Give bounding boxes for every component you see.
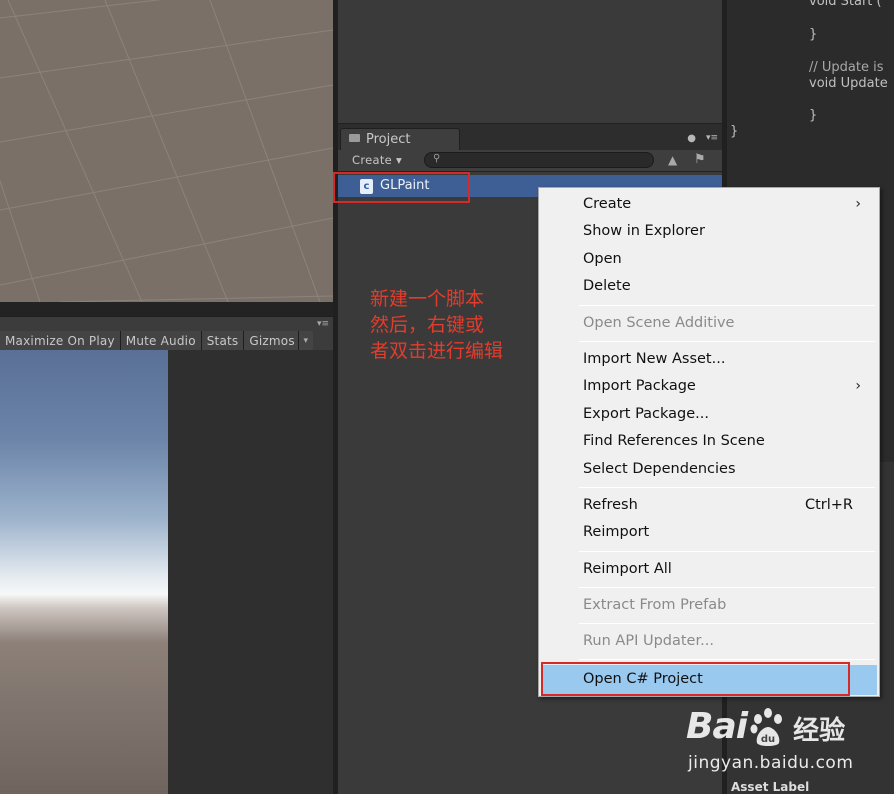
submenu-arrow-icon: ›	[855, 196, 861, 212]
watermark-brand-suffix: 经验	[793, 716, 846, 746]
game-toolbar: ▾≡ Maximize On Play Mute Audio Stats Giz…	[0, 316, 333, 351]
stats-button[interactable]: Stats	[201, 331, 245, 351]
menu-item-open-scene-additive: Open Scene Additive	[583, 315, 735, 331]
code-comment-line: // Update is	[809, 60, 884, 75]
annotation-text: 新建一个脚本 然后，右键或 者双击进行编辑	[370, 286, 545, 364]
menu-separator	[579, 659, 875, 660]
menu-item-label: Refresh	[583, 497, 638, 513]
annotation-highlight-box	[541, 662, 850, 696]
game-view-empty-area	[168, 350, 333, 794]
menu-separator	[579, 341, 875, 342]
panel-menu-icon[interactable]: ▾≡	[317, 319, 329, 329]
code-line: }	[809, 27, 818, 42]
game-view[interactable]	[0, 350, 168, 794]
tab-project[interactable]: Project	[340, 128, 460, 150]
gizmos-button[interactable]: Gizmos	[244, 331, 299, 351]
watermark-brand: Bai	[686, 706, 748, 747]
watermark-url: jingyan.baidu.com	[688, 753, 854, 773]
asset-label-text: Asset Label	[731, 780, 810, 794]
menu-item-run-api-updater: Run API Updater...	[583, 633, 714, 649]
code-line: }	[730, 124, 739, 139]
scene-view[interactable]	[0, 0, 333, 302]
menu-item-create[interactable]: Create ›	[541, 191, 877, 218]
annotation-line: 者双击进行编辑	[370, 340, 504, 362]
menu-item-find-references-in-scene[interactable]: Find References In Scene	[541, 428, 877, 455]
menu-item-refresh[interactable]: Refresh Ctrl+R	[541, 492, 877, 519]
annotation-highlight-box	[333, 172, 470, 203]
menu-separator	[579, 587, 875, 588]
menu-item-label: Import Package	[583, 378, 696, 394]
code-line: void Start (	[809, 0, 882, 9]
code-line: void Update	[809, 76, 888, 91]
maximize-on-play-button[interactable]: Maximize On Play	[0, 331, 121, 351]
tab-menu-icon[interactable]: ▾≡	[706, 133, 718, 143]
project-tab-bar: Project ● ▾≡	[338, 124, 722, 150]
context-menu: Create › Show in Explorer Open Delete Op…	[538, 187, 880, 697]
menu-item-open[interactable]: Open	[541, 246, 877, 273]
menu-shortcut: Ctrl+R	[804, 497, 853, 513]
tab-project-label: Project	[366, 132, 411, 147]
menu-item-import-package[interactable]: Import Package ›	[541, 373, 877, 400]
menu-item-label: Create	[583, 196, 632, 212]
folder-icon	[349, 134, 360, 142]
annotation-line: 新建一个脚本	[370, 288, 485, 310]
menu-item-show-in-explorer[interactable]: Show in Explorer	[541, 218, 877, 245]
menu-separator	[579, 551, 875, 552]
menu-item-import-new-asset[interactable]: Import New Asset...	[541, 346, 877, 373]
project-toolbar: Create ▾ ⚲ ▲ ⚑	[338, 150, 722, 172]
menu-item-reimport[interactable]: Reimport	[541, 519, 877, 546]
filter-by-type-icon[interactable]: ▲	[668, 153, 677, 167]
menu-item-extract-from-prefab: Extract From Prefab	[583, 597, 727, 613]
create-dropdown[interactable]: Create ▾	[346, 152, 408, 169]
menu-item-export-package[interactable]: Export Package...	[541, 401, 877, 428]
annotation-line: 然后，右键或	[370, 314, 485, 336]
panel-divider	[0, 302, 333, 316]
label-tag-icon[interactable]: ⚑	[694, 152, 706, 167]
submenu-arrow-icon: ›	[855, 378, 861, 394]
menu-separator	[579, 487, 875, 488]
lock-icon[interactable]: ●	[687, 133, 696, 144]
baidu-paw-logo-icon: du	[749, 707, 787, 747]
scene-grid	[0, 0, 333, 302]
mute-audio-button[interactable]: Mute Audio	[120, 331, 202, 351]
menu-separator	[579, 305, 875, 306]
hierarchy-panel[interactable]	[338, 0, 722, 124]
svg-text:du: du	[761, 734, 775, 745]
search-icon: ⚲	[433, 153, 441, 164]
menu-item-reimport-all[interactable]: Reimport All	[541, 556, 877, 583]
menu-item-select-dependencies[interactable]: Select Dependencies	[541, 456, 877, 483]
menu-item-delete[interactable]: Delete	[541, 273, 877, 300]
baidu-jingyan-watermark: Bai du 经验 jingyan.baidu.com	[686, 697, 876, 777]
gizmos-dropdown-icon[interactable]: ▾	[298, 331, 313, 351]
search-input[interactable]: ⚲	[424, 152, 654, 168]
menu-separator	[579, 623, 875, 624]
code-line: }	[809, 108, 818, 123]
